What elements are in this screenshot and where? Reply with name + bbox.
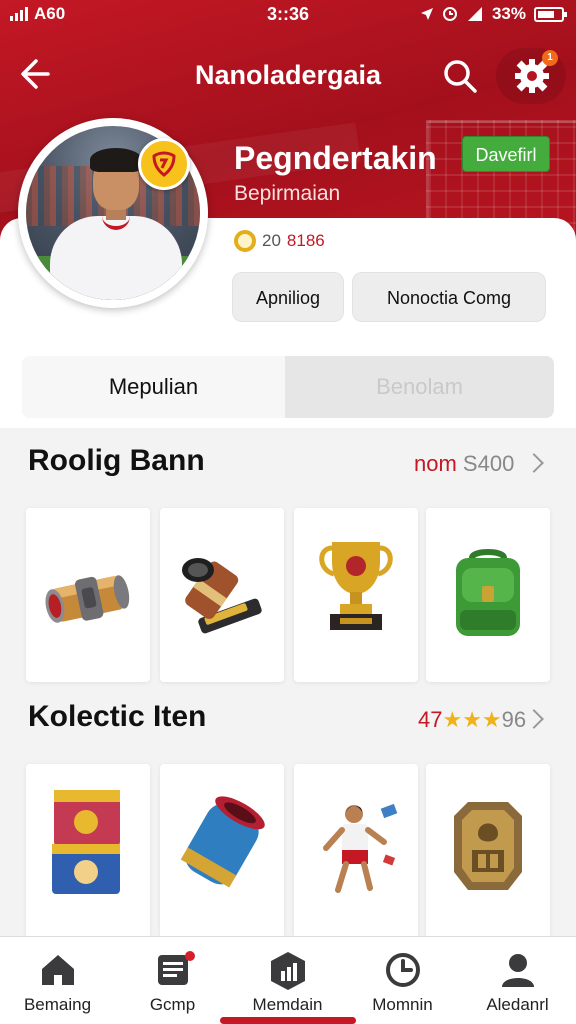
player-figure-icon: [323, 803, 398, 893]
badge-emblem-icon: [152, 151, 176, 177]
status-bar: A60 3::36 33%: [0, 0, 576, 30]
battery-icon: [534, 6, 567, 22]
nav-label: Bemaing: [23, 995, 92, 1014]
item-tile-trophy[interactable]: [294, 508, 418, 682]
club-badge-icon: [138, 138, 190, 190]
settings-button[interactable]: 1: [496, 48, 566, 104]
action-button-right[interactable]: Nonoctia Comg: [352, 272, 546, 322]
coin-icon: [234, 230, 256, 252]
rating-value: 47: [418, 707, 443, 732]
item-tile-player[interactable]: [294, 764, 418, 938]
coin-balance: 20 8186: [234, 230, 325, 252]
nav-item-main[interactable]: Memdain: [230, 937, 345, 1024]
notification-badge: 1: [542, 50, 558, 66]
coin-primary: 20: [262, 231, 281, 250]
segmented-control: Mepulian Benolam: [22, 356, 554, 418]
tab-inactive[interactable]: Benolam: [285, 356, 554, 418]
favorite-tag-button[interactable]: Davefirl: [462, 136, 550, 172]
section-link-accent: nom: [414, 451, 457, 476]
rating-stars: ★★★: [442, 707, 502, 732]
chevron-right-icon[interactable]: [524, 453, 544, 473]
coin-secondary: 8186: [286, 231, 325, 250]
status-right: 33%: [420, 4, 567, 24]
item-tile-cylinder[interactable]: [26, 508, 150, 682]
cylinder-bolt-icon: [45, 575, 130, 623]
person-icon: [502, 954, 534, 987]
rating-count: 96: [501, 707, 527, 732]
alarm-icon: [442, 7, 457, 21]
clock-icon: [386, 953, 420, 987]
gold-trophy-icon: [319, 542, 393, 630]
nav-item-camp[interactable]: Gcmp: [115, 937, 230, 1024]
section-see-all-link[interactable]: 47★★★96: [418, 707, 526, 733]
nav-notification-dot: [185, 951, 195, 961]
battery-percent: 33%: [491, 4, 526, 23]
chart-hexagon-icon: [271, 952, 305, 990]
player-name: Pegndertakin: [234, 140, 437, 176]
cannon-launcher-icon: [182, 558, 262, 634]
nav-label: Aledanrl: [486, 995, 549, 1014]
section-title: Kolectic Iten: [28, 700, 207, 733]
nav-label: Memdain: [252, 995, 323, 1014]
search-icon[interactable]: [440, 56, 480, 96]
home-indicator: [220, 1017, 356, 1024]
item-tile-canister[interactable]: [160, 764, 284, 938]
blue-canister-icon: [180, 796, 265, 888]
player-hair: [90, 148, 142, 172]
action-button-left[interactable]: Apniliog: [232, 272, 344, 322]
item-tile-shield[interactable]: [426, 764, 550, 938]
section-see-all-link[interactable]: nom S400: [414, 451, 514, 477]
wifi-signal-icon: [467, 7, 482, 21]
top-app-bar: Nanoladergaia 1: [0, 46, 576, 104]
tab-active[interactable]: Mepulian: [22, 356, 285, 418]
chevron-right-icon[interactable]: [524, 709, 544, 729]
item-tile-boxes[interactable]: [26, 764, 150, 938]
section-link-text: S400: [462, 451, 515, 476]
player-subtitle: Bepirmaian: [234, 182, 341, 205]
nav-item-home[interactable]: Bemaing: [0, 937, 115, 1024]
section-title: Roolig Bann: [28, 444, 205, 477]
nav-label: Gcmp: [149, 995, 196, 1014]
item-tile-backpack[interactable]: [426, 508, 550, 682]
location-icon: [420, 8, 433, 20]
card-boxes-icon: [52, 790, 120, 894]
home-icon: [42, 955, 74, 985]
nav-item-profile[interactable]: Aledanrl: [460, 937, 575, 1024]
nav-label: Momnin: [372, 995, 433, 1014]
bronze-shield-icon: [454, 802, 522, 890]
bottom-nav: Bemaing Gcmp Memdain Momnin Aledanrl: [0, 936, 576, 1024]
page-title: Nanoladergaia: [194, 60, 382, 90]
item-tile-cannon[interactable]: [160, 508, 284, 682]
green-backpack-icon: [456, 549, 520, 636]
nav-item-history[interactable]: Momnin: [345, 937, 460, 1024]
